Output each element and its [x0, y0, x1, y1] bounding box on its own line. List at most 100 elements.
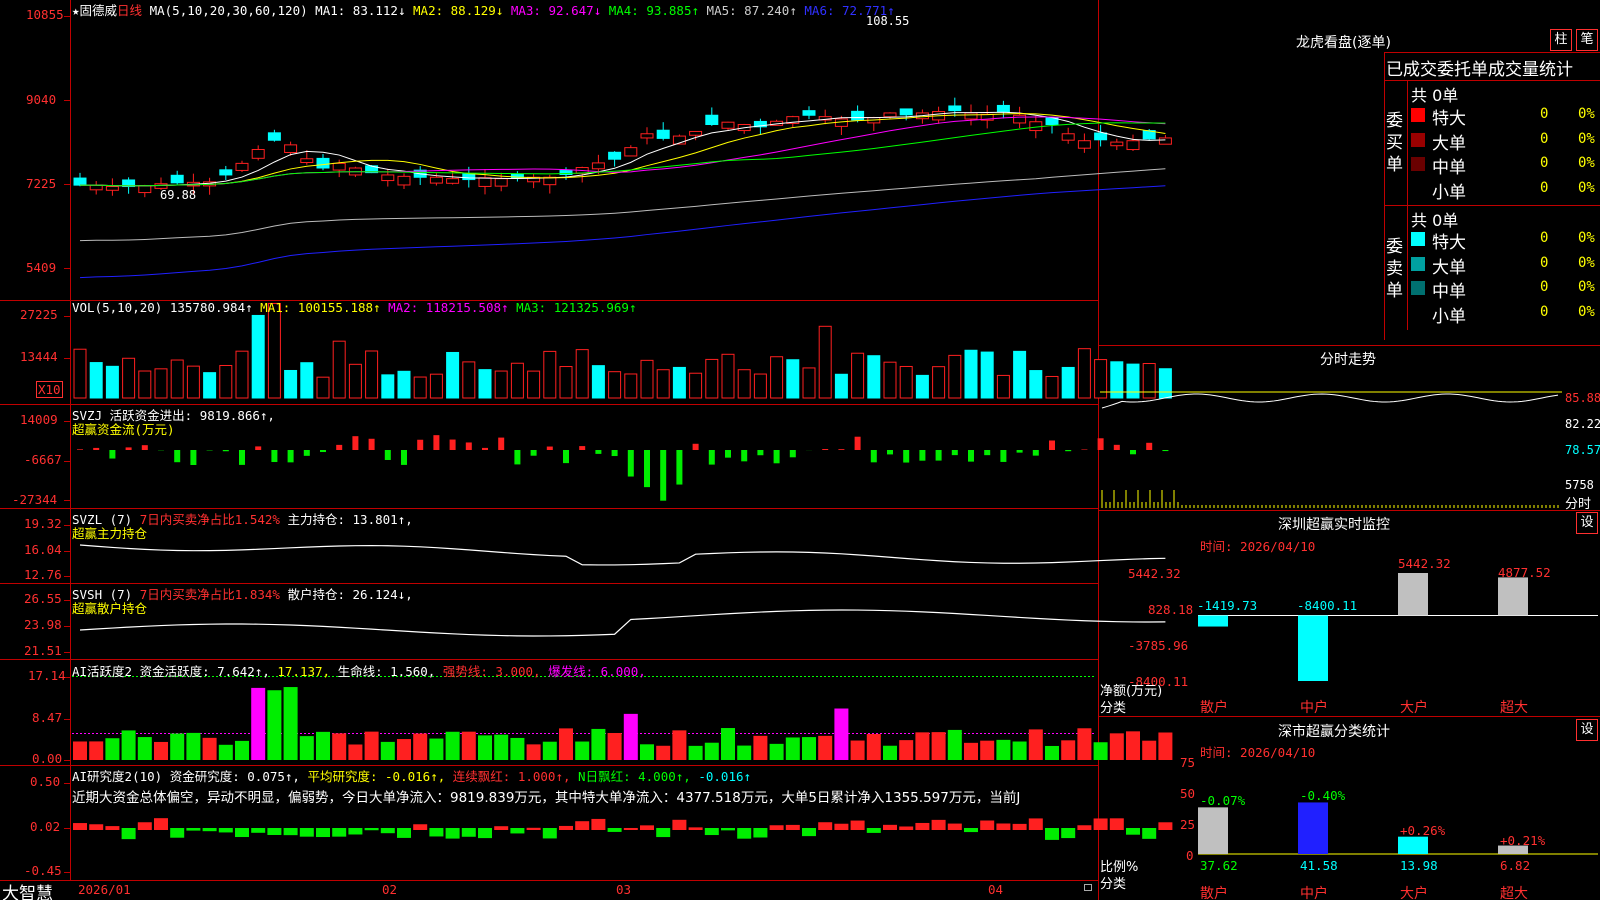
ai-research-title: AI研究度2(10): [72, 769, 163, 784]
tab-bar-view[interactable]: 柱: [1550, 29, 1572, 51]
color-swatch: [1411, 256, 1425, 271]
vol-header: VOL(5,10,20) 135780.984↑ MA1: 100155.188…: [72, 300, 637, 315]
svsh-hold: 散户持仓: 26.124↓,: [287, 587, 413, 602]
category-label: 超大: [1500, 886, 1528, 900]
candle-body: [721, 121, 735, 129]
research-bar: [834, 823, 849, 830]
app-logo: 大智慧: [2, 884, 53, 900]
research-bar: [397, 828, 411, 838]
volume-bar: [689, 372, 703, 399]
ai-active-label4: 强势线: 3.000,: [442, 664, 541, 679]
order-pct: 0%: [1578, 303, 1595, 320]
candle-body: [170, 174, 184, 184]
active-bar: [494, 734, 509, 760]
active-bar: [899, 740, 914, 760]
volume-bar: [446, 351, 460, 399]
active-bar: [802, 737, 816, 760]
flow-bar: [239, 450, 245, 465]
vol-value: 135780.984↑: [169, 300, 253, 315]
candle-body: [624, 147, 638, 157]
active-bar: [883, 745, 897, 760]
y-label: -6667: [24, 452, 62, 467]
volume-bar: [932, 366, 946, 399]
volume-bar: [1077, 348, 1091, 399]
flow-bar: [336, 444, 343, 450]
flow-bar: [1016, 450, 1023, 453]
flow-bar: [935, 450, 942, 461]
category-label: 散户: [1200, 700, 1228, 716]
candle-body: [899, 108, 913, 116]
research-bar: [1126, 828, 1140, 835]
candle-body: [1094, 132, 1108, 141]
stats-category-title: 分类: [1100, 877, 1127, 892]
stats-bar: [1298, 802, 1328, 854]
active-bar: [996, 739, 1011, 760]
flow-bar: [190, 450, 197, 465]
volume-bar: [429, 373, 443, 399]
vol-ma2: MA2: 118215.508↑: [388, 300, 509, 315]
candle-body: [948, 105, 962, 112]
active-bar: [364, 731, 379, 760]
volume-bar: [1013, 350, 1027, 399]
flow-bar: [1113, 444, 1120, 450]
y-label: -0.45: [24, 863, 62, 878]
volume-bar: [1045, 375, 1059, 399]
lock-icon[interactable]: [1084, 884, 1092, 891]
order-size-label: 特大: [1432, 233, 1466, 253]
candle-body: [300, 158, 314, 164]
flow-bar: [530, 450, 537, 456]
candle-body: [332, 162, 346, 171]
svzl-line: [79, 544, 1166, 566]
volume-bar: [721, 353, 735, 399]
flow-bar: [368, 438, 375, 450]
flow-bar: [838, 449, 845, 450]
candle-body: [446, 178, 460, 184]
active-bar: [429, 738, 444, 760]
volume-bar: [672, 366, 686, 399]
monitor-settings-button[interactable]: 设: [1576, 512, 1598, 534]
active-bar: [510, 737, 525, 760]
active-bar: [1012, 741, 1027, 760]
flow-bar: [644, 450, 650, 488]
order-pct: 0%: [1578, 279, 1595, 295]
research-bar: [380, 828, 395, 834]
category-label: 大户: [1400, 886, 1428, 900]
stock-name[interactable]: 固德威: [80, 3, 118, 18]
tab-tick-view[interactable]: 笔: [1576, 29, 1598, 51]
flow-bar: [579, 446, 586, 450]
y-label: 14009: [20, 412, 58, 427]
monitor-title: 深圳超赢实时监控: [1278, 517, 1390, 533]
order-pct: 0%: [1578, 230, 1595, 246]
active-bar: [834, 708, 849, 760]
monitor-y-label: -3785.96: [1128, 638, 1189, 653]
active-bar: [478, 735, 492, 760]
active-bar: [1028, 729, 1043, 760]
research-bar: [121, 828, 136, 840]
order-size-label: 中单: [1432, 282, 1466, 302]
research-bar: [899, 826, 914, 830]
research-bar: [672, 819, 687, 830]
stats-settings-button[interactable]: 设: [1576, 719, 1598, 741]
monitor-bar: [1298, 615, 1328, 681]
active-bar: [964, 742, 978, 760]
research-bar: [445, 828, 460, 839]
ma4-value: MA4: 93.885↑: [608, 3, 700, 18]
volume-bar: [543, 350, 557, 399]
active-bar: [445, 731, 460, 760]
monitor-value-label: 5442.32: [1398, 556, 1451, 571]
ma2-value: MA2: 88.129↓: [413, 3, 504, 18]
flow-bar: [174, 450, 181, 463]
flow-bar: [951, 450, 958, 456]
ai-active-header: AI活跃度2 资金活跃度: 7.642↑, 17.137, 生命线: 1.560…: [72, 661, 646, 680]
research-bar: [785, 824, 800, 830]
period-label[interactable]: 日线: [117, 3, 142, 18]
candle-body: [656, 129, 670, 139]
research-bar: [218, 828, 233, 833]
active-bar: [137, 737, 152, 760]
active-bar: [154, 741, 168, 760]
ma-line: [80, 112, 1166, 187]
flow-bar: [1097, 438, 1104, 450]
research-bar: [591, 818, 606, 830]
research-bar: [640, 825, 654, 830]
svzl-sub: 超赢主力持仓: [72, 526, 148, 541]
